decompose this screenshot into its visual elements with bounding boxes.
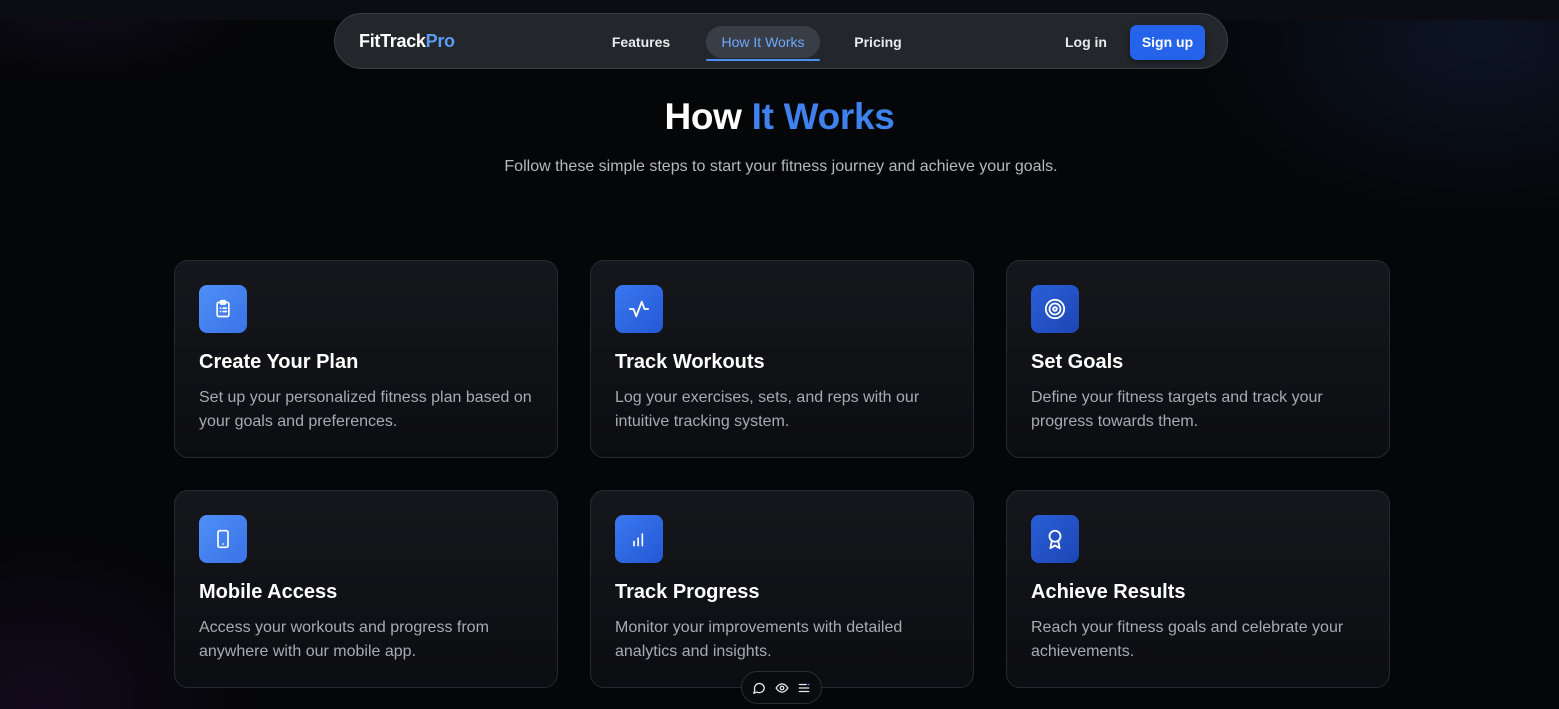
login-link[interactable]: Log in: [1055, 26, 1117, 58]
nav-link-how-it-works[interactable]: How It Works: [706, 26, 820, 61]
navbar: FitTrackPro Features How It Works Pricin…: [334, 13, 1228, 69]
step-description: Access your workouts and progress from a…: [199, 619, 489, 660]
step-description: Log your exercises, sets, and reps with …: [615, 389, 920, 430]
step-title: Achieve Results: [1031, 581, 1186, 603]
step-description: Set up your personalized fitness plan ba…: [199, 389, 532, 430]
active-tab-indicator: [706, 59, 820, 61]
step-card-track-workouts: Track Workouts Log your exercises, sets,…: [590, 260, 974, 458]
eye-icon[interactable]: [773, 679, 791, 697]
page-title: How It Works: [0, 96, 1559, 138]
clipboard-list-icon: [199, 285, 247, 333]
step-title: Mobile Access: [199, 581, 338, 603]
list-icon[interactable]: [795, 679, 813, 697]
logo-text-accent: Pro: [425, 31, 455, 51]
nav-link-features[interactable]: Features: [600, 26, 682, 58]
bar-chart-icon: [615, 515, 663, 563]
step-card-set-goals: Set Goals Define your fitness targets an…: [1006, 260, 1390, 458]
step-description: Reach your fitness goals and celebrate y…: [1031, 619, 1344, 660]
step-title: Create Your Plan: [199, 351, 359, 373]
step-description: Define your fitness targets and track yo…: [1031, 389, 1323, 430]
step-card-mobile-access: Mobile Access Access your workouts and p…: [174, 490, 558, 688]
smartphone-icon: [199, 515, 247, 563]
nav-link-label: How It Works: [721, 34, 805, 50]
signup-button[interactable]: Sign up: [1130, 25, 1205, 60]
comment-icon[interactable]: [750, 679, 768, 697]
step-card-achieve-results: Achieve Results Reach your fitness goals…: [1006, 490, 1390, 688]
step-description: Monitor your improvements with detailed …: [615, 619, 903, 660]
award-icon: [1031, 515, 1079, 563]
page-title-primary: How: [664, 96, 742, 137]
nav-link-pricing[interactable]: Pricing: [841, 26, 915, 58]
step-card-track-progress: Track Progress Monitor your improvements…: [590, 490, 974, 688]
brand-logo[interactable]: FitTrackPro: [359, 31, 455, 52]
activity-pulse-icon: [615, 285, 663, 333]
step-title: Track Progress: [615, 581, 760, 603]
step-card-create-plan: Create Your Plan Set up your personalize…: [174, 260, 558, 458]
step-title: Set Goals: [1031, 351, 1124, 373]
target-icon: [1031, 285, 1079, 333]
step-title: Track Workouts: [615, 351, 765, 373]
logo-text-primary: FitTrack: [359, 31, 426, 51]
page-title-accent: It Works: [751, 96, 895, 137]
page-subtitle: Follow these simple steps to start your …: [504, 158, 1058, 175]
floating-toolbar: [741, 671, 822, 704]
